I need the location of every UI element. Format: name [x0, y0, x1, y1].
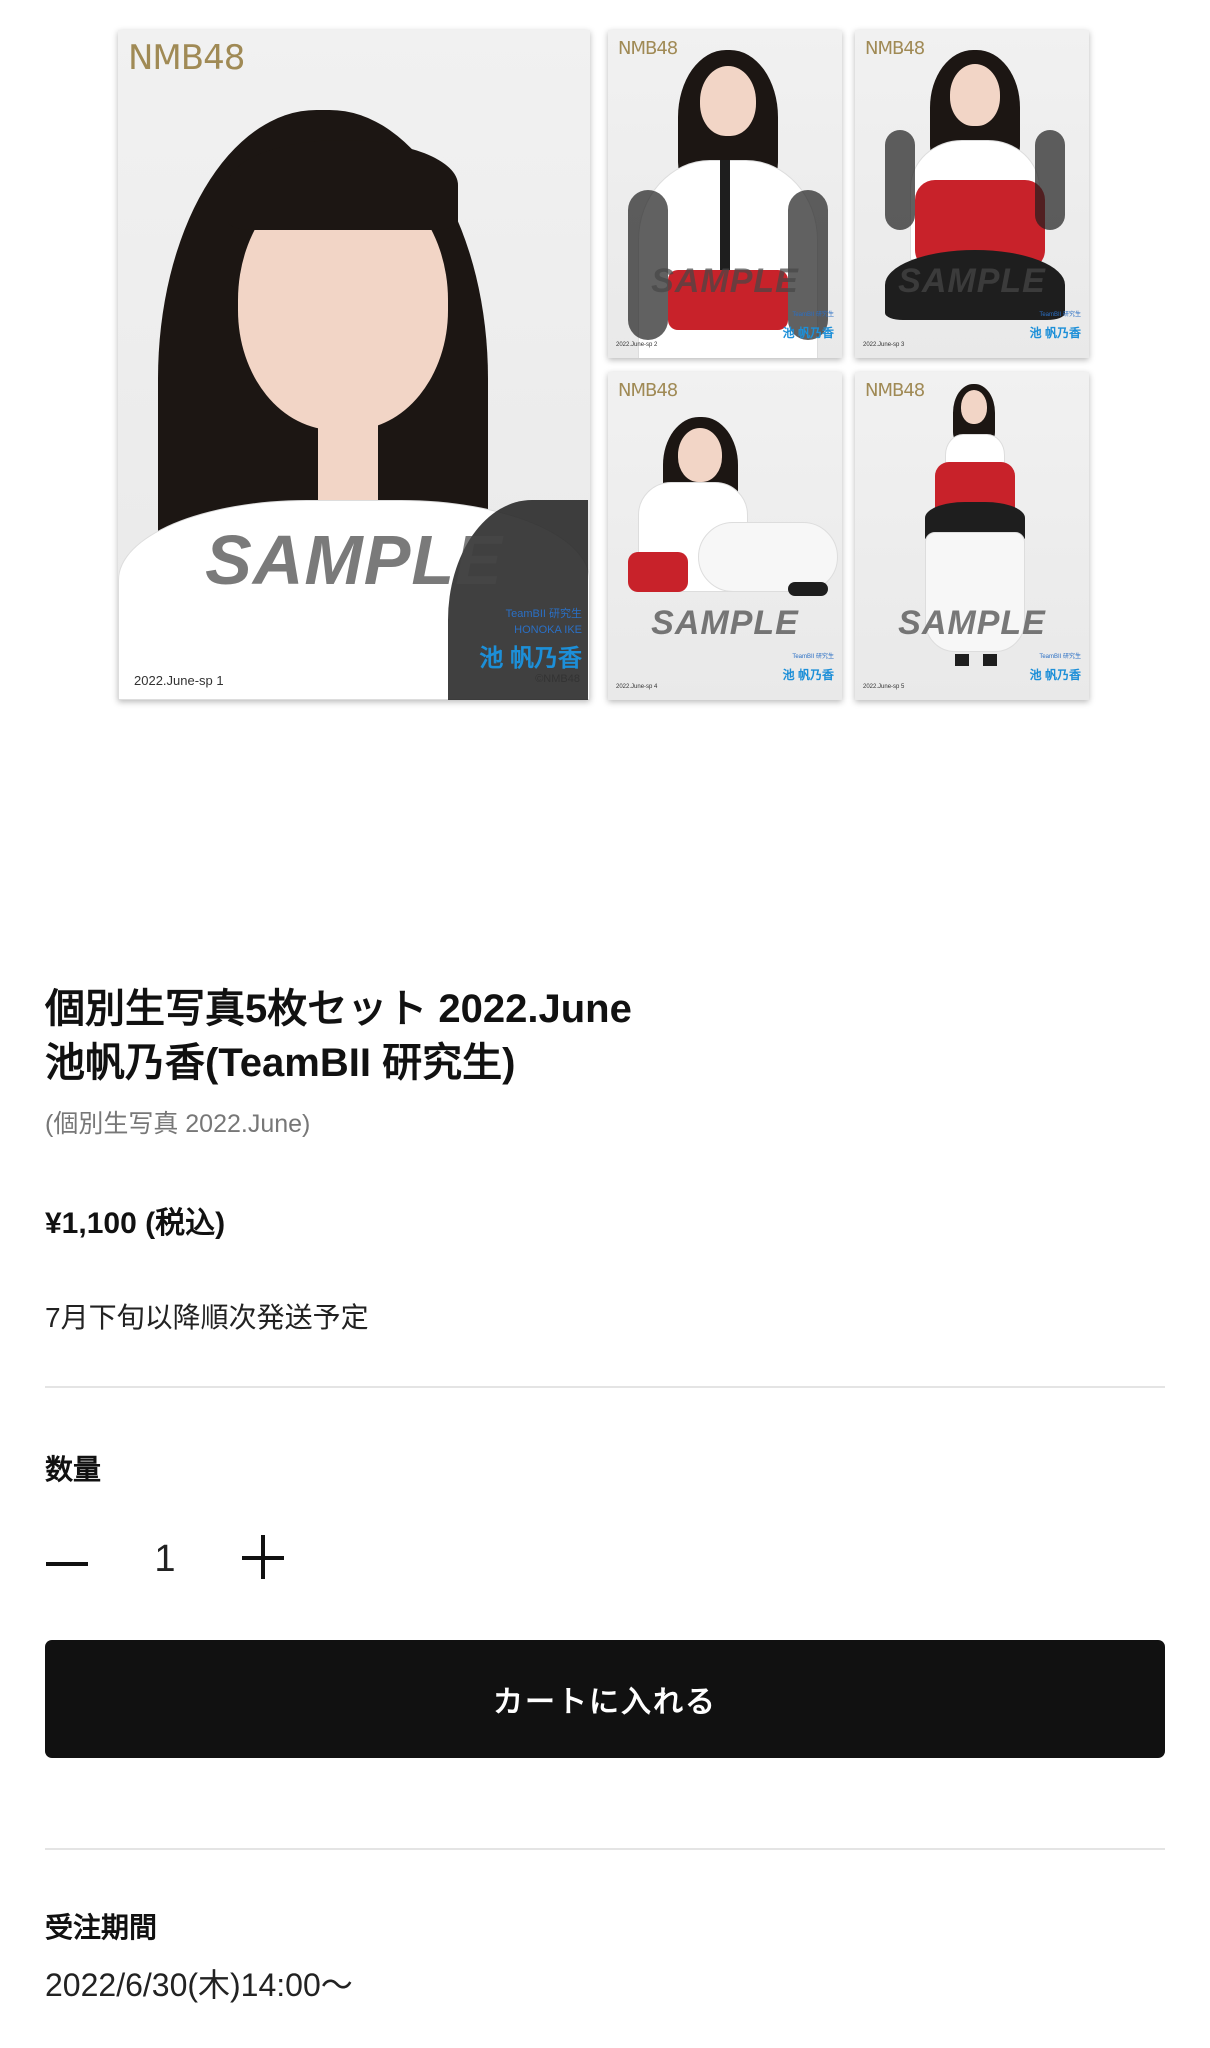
- product-title: 個別生写真5枚セット 2022.June 池帆乃香(TeamBII 研究生): [45, 982, 1155, 1090]
- nmb48-logo: NMB48: [618, 38, 678, 59]
- sample-watermark: SAMPLE: [651, 604, 799, 642]
- member-name: 池 帆乃香: [1029, 668, 1081, 682]
- product-subtitle: (個別生写真 2022.June): [45, 1110, 311, 1138]
- member-name: 池 帆乃香: [782, 326, 834, 340]
- sample-watermark: SAMPLE: [898, 262, 1046, 300]
- main-photo: NMB48 SAMPLE TeamBII 研究生 HONOKA IKE 池 帆乃…: [118, 30, 590, 700]
- nmb48-logo: NMB48: [618, 380, 678, 401]
- photo-code: 2022.June-sp 4: [616, 684, 658, 690]
- order-period-label: 受注期間: [45, 1912, 158, 1943]
- thumb-photo: NMB48 SAMPLE TeamBII 研究生 池 帆乃香 2022.June…: [855, 372, 1089, 700]
- sleeve-shape: [885, 130, 915, 230]
- shoe-shape: [983, 654, 997, 666]
- member-name: 池 帆乃香: [782, 668, 834, 682]
- face-shape: [950, 64, 1000, 126]
- outfit-red: [628, 552, 688, 592]
- photo-code: 2022.June-sp 5: [863, 684, 905, 690]
- thumb-photo: NMB48 SAMPLE TeamBII 研究生 池 帆乃香 2022.June…: [608, 30, 842, 358]
- minus-icon: [46, 1562, 88, 1566]
- increase-quantity-button[interactable]: [238, 1530, 294, 1586]
- sample-watermark: SAMPLE: [651, 262, 799, 300]
- decrease-quantity-button[interactable]: [42, 1536, 98, 1592]
- nmb48-logo: NMB48: [865, 380, 925, 401]
- divider: [45, 1848, 1165, 1850]
- product-title-line2: 池帆乃香(TeamBII 研究生): [45, 1041, 516, 1085]
- romaji-line: HONOKA IKE: [514, 624, 582, 636]
- photo-code: 2022.June-sp 2: [616, 342, 658, 348]
- team-line: TeamBII 研究生: [1039, 312, 1081, 318]
- product-image[interactable]: NMB48 SAMPLE TeamBII 研究生 HONOKA IKE 池 帆乃…: [0, 0, 1210, 720]
- plus-icon-vertical: [261, 1535, 265, 1579]
- shipping-note: 7月下旬以降順次発送予定: [45, 1302, 369, 1333]
- face-shape: [700, 66, 756, 136]
- sample-watermark: SAMPLE: [898, 604, 1046, 642]
- team-line: TeamBII 研究生: [792, 312, 834, 318]
- quantity-value[interactable]: 1: [140, 1538, 190, 1581]
- order-period-value: 2022/6/30(木)14:00〜: [45, 1967, 353, 2003]
- bangs-shape: [228, 140, 458, 230]
- shoe-shape: [955, 654, 969, 666]
- nmb48-logo: NMB48: [865, 38, 925, 59]
- member-name: 池 帆乃香: [1029, 326, 1081, 340]
- add-to-cart-button[interactable]: カートに入れる: [45, 1640, 1165, 1758]
- thumb-photo: NMB48 SAMPLE TeamBII 研究生 池 帆乃香 2022.June…: [855, 30, 1089, 358]
- quantity-label: 数量: [45, 1454, 102, 1485]
- team-line: TeamBII 研究生: [792, 654, 834, 660]
- member-name: 池 帆乃香: [479, 645, 582, 672]
- divider: [45, 1386, 1165, 1388]
- photo-code: 2022.June-sp 1: [134, 673, 224, 688]
- face-shape: [678, 428, 722, 482]
- shoe-shape: [788, 582, 828, 596]
- nmb48-logo: NMB48: [128, 38, 245, 78]
- face-shape: [961, 390, 987, 424]
- copyright-text: ©NMB48: [535, 673, 580, 685]
- sample-watermark: SAMPLE: [205, 521, 503, 599]
- photo-code: 2022.June-sp 3: [863, 342, 905, 348]
- team-line: TeamBII 研究生: [505, 608, 582, 620]
- product-price: ¥1,100 (税込): [45, 1207, 226, 1240]
- thumb-photo: NMB48 SAMPLE TeamBII 研究生 池 帆乃香 2022.June…: [608, 372, 842, 700]
- product-title-line1: 個別生写真5枚セット 2022.June: [45, 987, 632, 1031]
- sleeve-shape: [1035, 130, 1065, 230]
- team-line: TeamBII 研究生: [1039, 654, 1081, 660]
